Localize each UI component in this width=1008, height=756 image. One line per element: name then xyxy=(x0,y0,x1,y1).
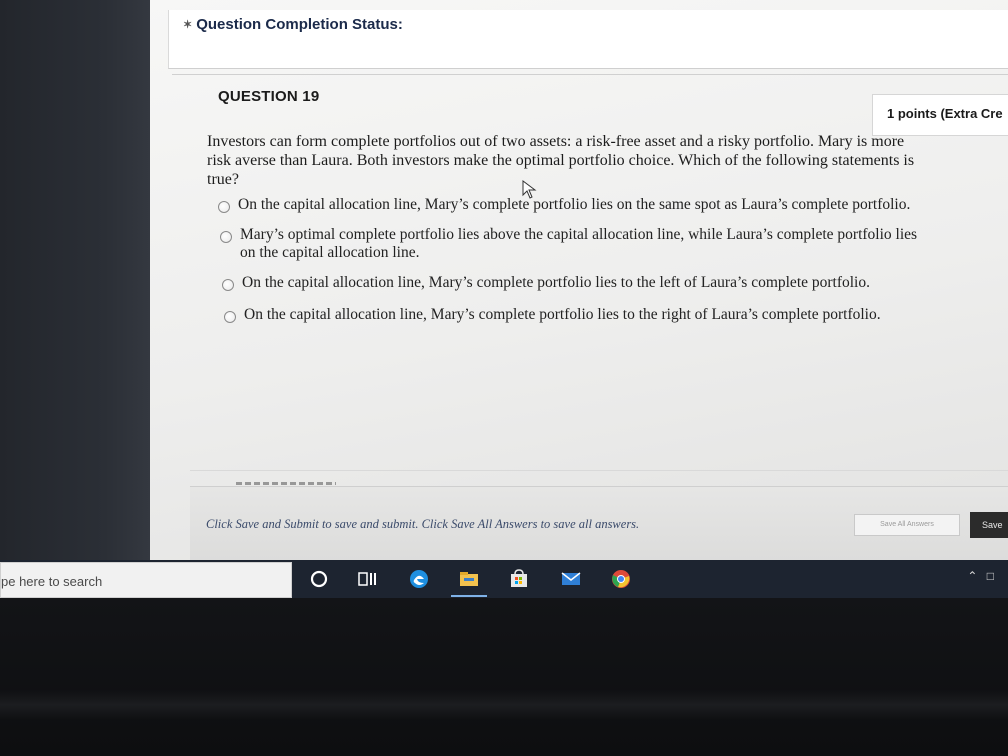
store-icon[interactable] xyxy=(508,568,530,590)
mail-icon[interactable] xyxy=(560,568,582,590)
chrome-icon[interactable] xyxy=(610,568,632,590)
answer-option-4[interactable]: On the capital allocation line, Mary’s c… xyxy=(224,306,918,324)
file-explorer-icon[interactable] xyxy=(458,568,480,590)
notification-icon[interactable]: □ xyxy=(987,569,994,583)
bezel-reflection xyxy=(0,690,1008,720)
taskbar-search-box[interactable]: pe here to search xyxy=(0,562,292,598)
chevron-down-icon: ✶ xyxy=(183,19,193,31)
answer-option-1[interactable]: On the capital allocation line, Mary’s c… xyxy=(218,196,918,214)
next-question-title-partial xyxy=(236,482,336,485)
question-text: Investors can form complete portfolios o… xyxy=(207,133,915,188)
question-title: QUESTION 19 xyxy=(218,88,320,105)
save-all-answers-button[interactable]: Save All Answers xyxy=(854,514,960,536)
points-box: 1 points (Extra Cre xyxy=(872,94,1008,136)
system-tray[interactable]: ⌃ □ xyxy=(967,569,994,583)
task-view-icon[interactable] xyxy=(356,568,378,590)
answer-option-3[interactable]: On the capital allocation line, Mary’s c… xyxy=(222,274,918,292)
windows-taskbar: pe here to search ⌃ □ xyxy=(0,560,1008,598)
answer-options: On the capital allocation line, Mary’s c… xyxy=(218,196,918,336)
active-app-indicator xyxy=(451,595,487,597)
answer-option-label: On the capital allocation line, Mary’s c… xyxy=(242,274,870,291)
answer-option-2[interactable]: Mary’s optimal complete portfolio lies a… xyxy=(220,226,918,262)
radio-button[interactable] xyxy=(222,279,234,291)
question-header-divider xyxy=(172,74,1008,75)
question-completion-status-bar[interactable]: ✶ Question Completion Status: xyxy=(168,10,1008,69)
radio-button[interactable] xyxy=(220,231,232,243)
question-divider xyxy=(190,470,1008,471)
submission-footer: Click Save and Submit to save and submit… xyxy=(190,486,1008,561)
monitor-bezel xyxy=(0,598,1008,756)
edge-icon[interactable] xyxy=(408,568,430,590)
left-panel-dark xyxy=(0,0,150,560)
status-title[interactable]: ✶ Question Completion Status: xyxy=(183,16,403,33)
cortana-circle-icon[interactable] xyxy=(308,568,330,590)
answer-option-label: Mary’s optimal complete portfolio lies a… xyxy=(240,226,918,261)
status-title-text: Question Completion Status: xyxy=(196,16,403,33)
answer-option-label: On the capital allocation line, Mary’s c… xyxy=(238,196,911,213)
save-and-submit-button[interactable]: Save xyxy=(970,512,1008,538)
search-input[interactable]: pe here to search xyxy=(1,574,102,589)
points-label: 1 points (Extra Cre xyxy=(887,106,1003,121)
answer-option-label: On the capital allocation line, Mary’s c… xyxy=(244,306,881,323)
monitor-screen: ✶ Question Completion Status: QUESTION 19… xyxy=(0,0,1008,756)
radio-button[interactable] xyxy=(224,311,236,323)
radio-button[interactable] xyxy=(218,201,230,213)
chevron-up-icon[interactable]: ⌃ xyxy=(967,569,977,583)
footer-instructions: Click Save and Submit to save and submit… xyxy=(206,517,640,531)
